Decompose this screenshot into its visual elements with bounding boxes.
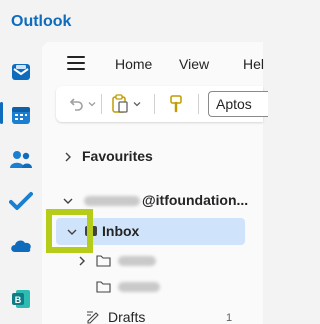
title-bar: Outlook [0, 0, 263, 42]
tab-home[interactable]: Home [115, 56, 152, 72]
folder-icon [96, 255, 111, 267]
toolbar-divider [101, 94, 102, 114]
people-icon[interactable] [8, 146, 34, 172]
folder-drafts[interactable]: Drafts 1 [42, 304, 263, 324]
chevron-right-icon [65, 152, 71, 162]
main-pane: Home View Hel Aptos Favourites @itfounda… [42, 42, 268, 324]
chevron-down-icon [133, 102, 141, 107]
paste-button[interactable] [111, 92, 142, 116]
mail-icon[interactable] [8, 59, 34, 85]
favourites-group[interactable]: Favourites [42, 144, 263, 170]
drafts-count: 1 [226, 312, 233, 324]
drafts-label: Drafts [108, 309, 146, 324]
clipboard-icon [112, 94, 128, 113]
format-painter-button[interactable] [168, 92, 184, 116]
app-title: Outlook [11, 13, 72, 30]
folder-icon [96, 281, 111, 293]
toolbar-divider [154, 94, 155, 114]
font-family-select[interactable]: Aptos [208, 91, 268, 117]
subfolder-2[interactable] [42, 274, 263, 300]
onedrive-icon[interactable] [8, 232, 34, 258]
redacted-folder-name [118, 282, 160, 292]
redacted-account-name [84, 196, 140, 206]
todo-icon[interactable] [8, 189, 34, 215]
bookings-icon[interactable]: B [8, 286, 34, 312]
app-rail: B [0, 42, 42, 324]
rail-active-indicator [0, 102, 3, 124]
chevron-down-icon [88, 102, 96, 107]
undo-button[interactable] [68, 92, 97, 116]
chevron-right-icon [79, 256, 85, 266]
hamburger-menu-icon[interactable] [67, 54, 87, 72]
format-painter-icon [170, 95, 182, 113]
annotation-highlight [46, 209, 93, 253]
tab-view[interactable]: View [179, 56, 209, 72]
inbox-label: Inbox [102, 223, 140, 239]
drafts-icon [87, 311, 99, 324]
undo-icon [69, 98, 83, 111]
svg-text:B: B [15, 295, 22, 305]
ribbon-tabs: Home View Hel [42, 50, 264, 76]
toolbar-divider [198, 94, 199, 114]
account-label: @itfoundation... [142, 192, 249, 208]
redacted-folder-name [118, 256, 156, 266]
calendar-icon[interactable] [8, 102, 34, 128]
favourites-label: Favourites [82, 148, 153, 164]
tab-help[interactable]: Hel [243, 56, 264, 72]
chevron-down-icon [63, 198, 73, 204]
ribbon-toolbar: Aptos [56, 86, 268, 122]
